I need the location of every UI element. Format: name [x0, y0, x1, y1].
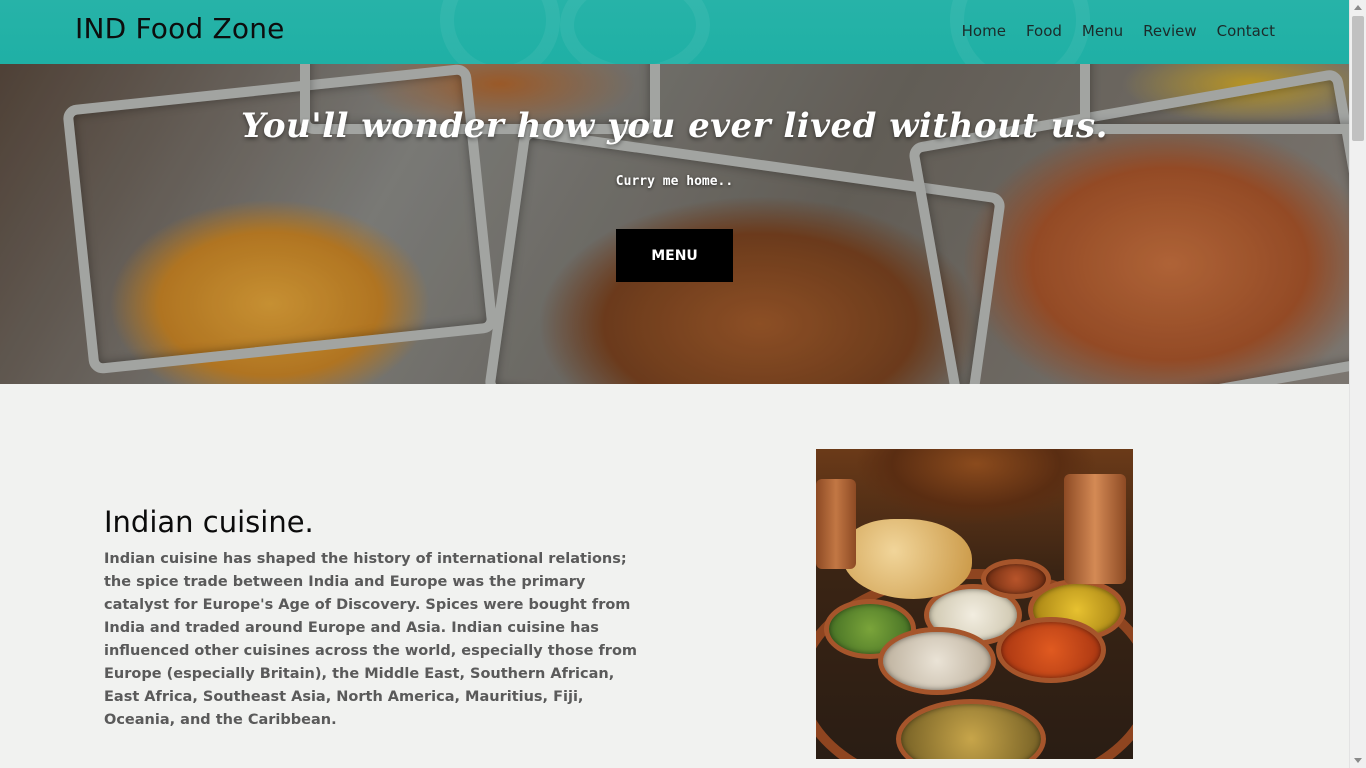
- scroll-up-icon[interactable]: [1354, 5, 1362, 10]
- tikka-bowl: [996, 617, 1106, 683]
- main-nav: Home Food Menu Review Contact: [962, 22, 1275, 40]
- menu-button[interactable]: MENU: [616, 229, 733, 282]
- section-heading: Indian cuisine.: [104, 505, 314, 539]
- brand-logo[interactable]: IND Food Zone: [75, 12, 285, 45]
- copper-cup: [816, 479, 856, 569]
- nav-link-review[interactable]: Review: [1143, 22, 1197, 40]
- scroll-down-icon[interactable]: [1354, 758, 1362, 763]
- thali-dish-image: [816, 449, 1133, 759]
- header-decoration: [440, 0, 560, 64]
- header-decoration: [560, 0, 710, 64]
- section-body-text: Indian cuisine has shaped the history of…: [104, 551, 638, 728]
- hero-title: You'll wonder how you ever lived without…: [241, 106, 1108, 146]
- nav-link-food[interactable]: Food: [1026, 22, 1062, 40]
- page-scrollbar[interactable]: [1349, 0, 1366, 768]
- hero-subtitle: Curry me home..: [615, 174, 734, 189]
- naan-bread: [842, 519, 972, 599]
- hero-banner: You'll wonder how you ever lived without…: [0, 64, 1349, 384]
- scrollbar-thumb[interactable]: [1352, 16, 1364, 141]
- nav-link-home[interactable]: Home: [962, 22, 1006, 40]
- copper-cup: [1064, 474, 1126, 584]
- raita-bowl: [878, 627, 996, 695]
- nav-link-contact[interactable]: Contact: [1217, 22, 1275, 40]
- site-header: IND Food Zone Home Food Menu Review Cont…: [0, 0, 1349, 64]
- sauce-bowl: [981, 559, 1051, 599]
- nav-link-menu[interactable]: Menu: [1082, 22, 1123, 40]
